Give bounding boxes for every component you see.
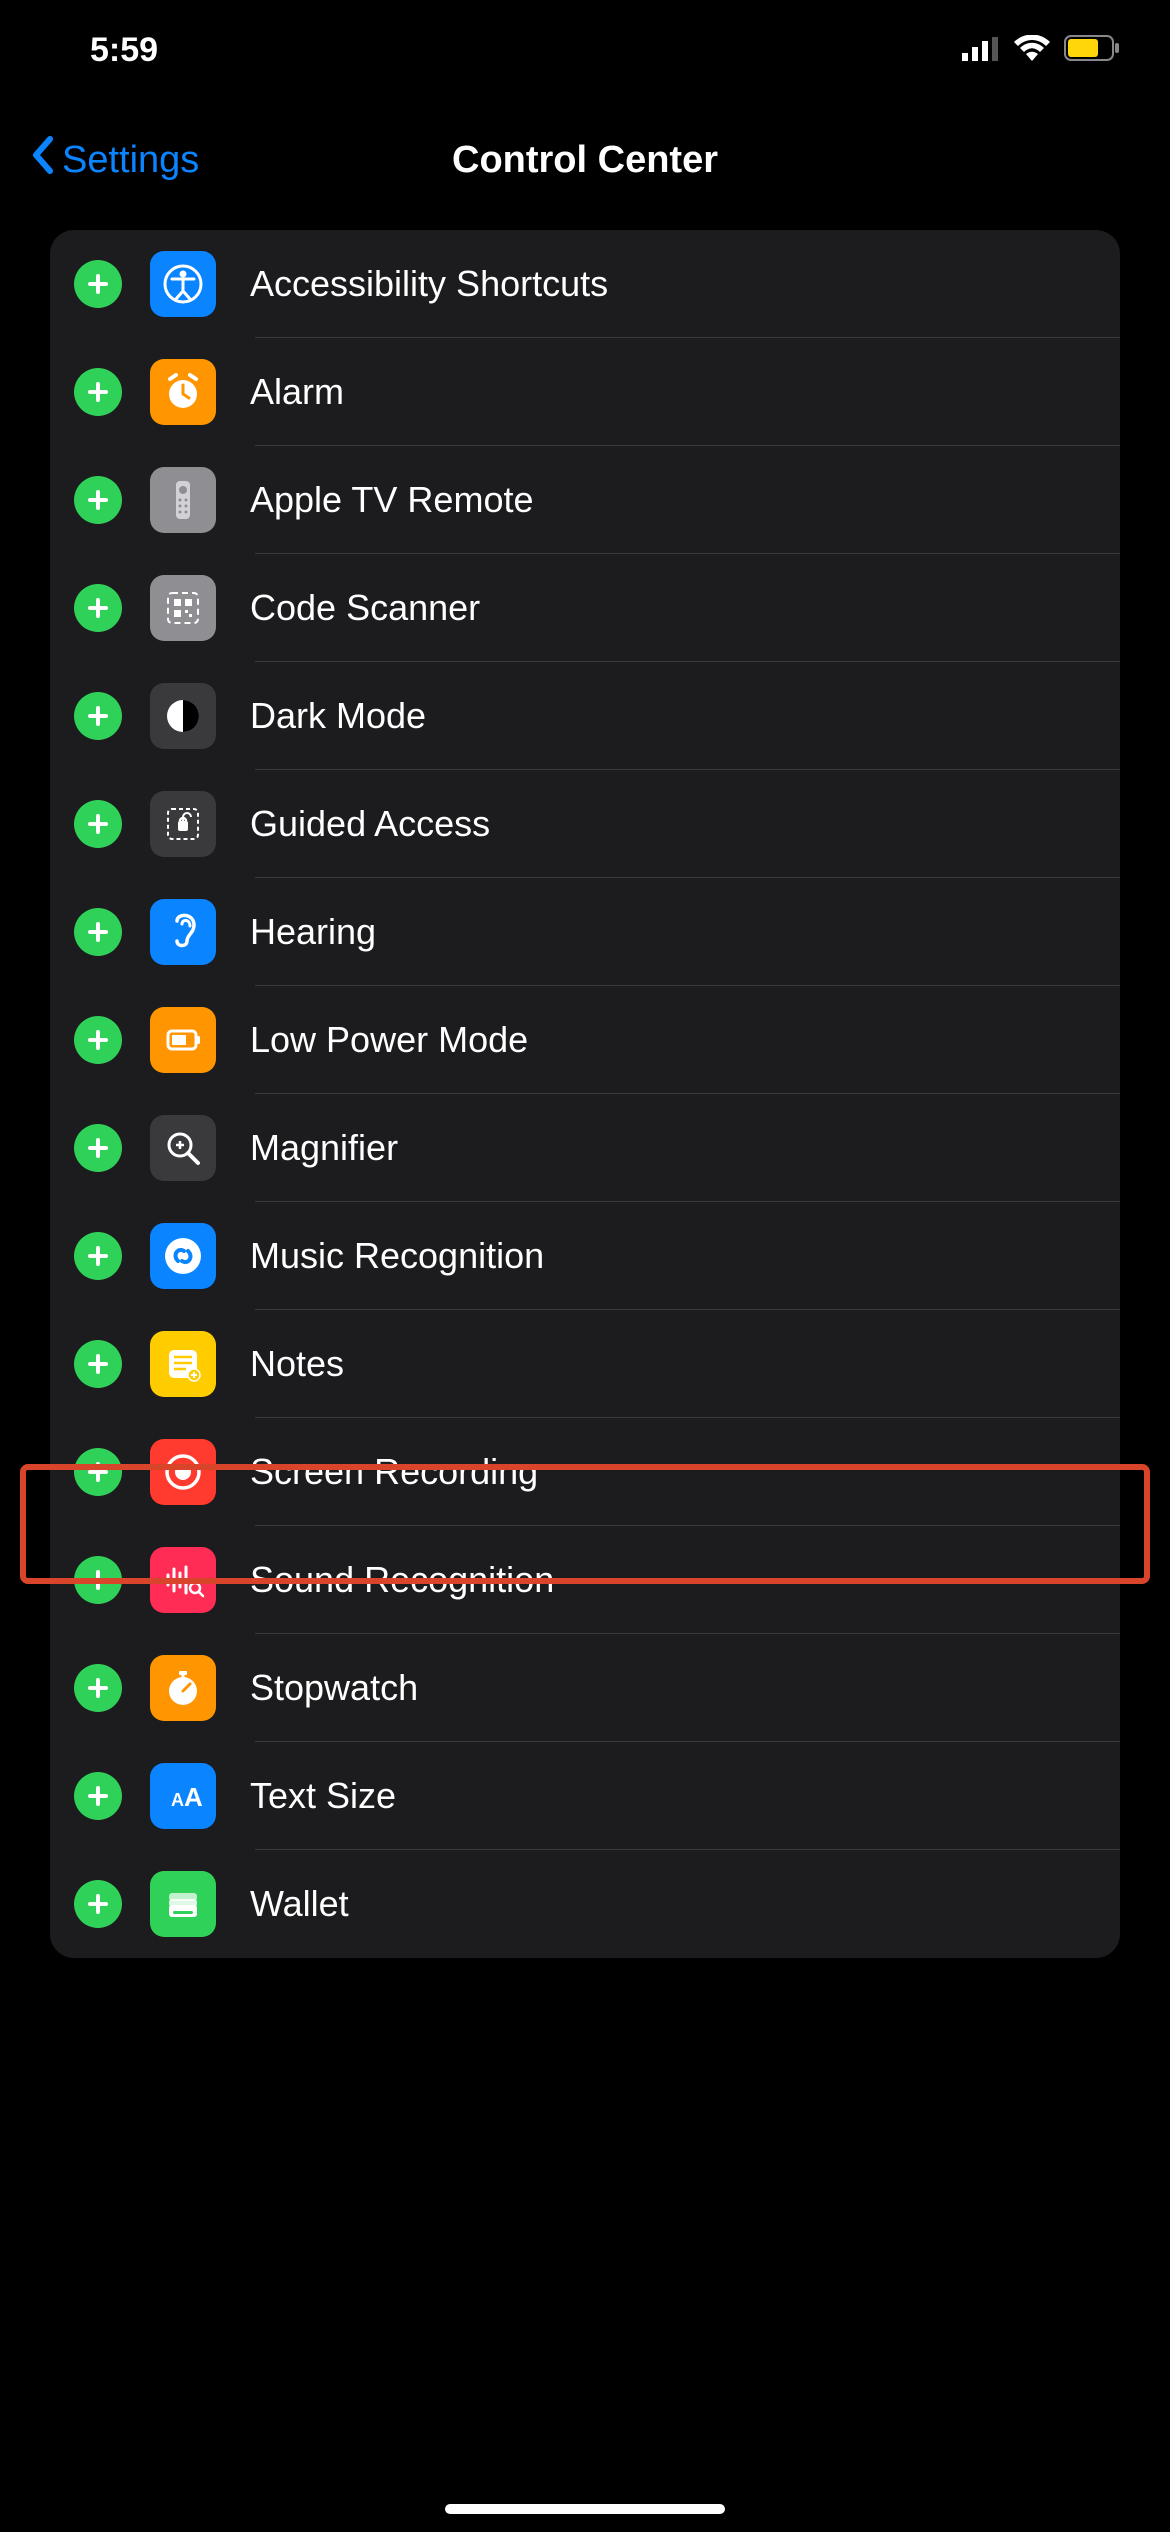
textsize-icon: AA [150,1763,216,1829]
control-label: Wallet [250,1883,349,1925]
darkmode-icon [150,683,216,749]
control-row-notes[interactable]: Notes [50,1310,1120,1418]
control-label: Hearing [250,911,376,953]
add-button[interactable] [74,1880,122,1928]
control-label: Accessibility Shortcuts [250,263,608,305]
control-row-sound-recognition[interactable]: Sound Recognition [50,1526,1120,1634]
add-button[interactable] [74,1124,122,1172]
back-button[interactable]: Settings [30,135,199,185]
add-button[interactable] [74,1340,122,1388]
accessibility-icon [150,251,216,317]
control-row-accessibility-shortcuts[interactable]: Accessibility Shortcuts [50,230,1120,338]
control-row-magnifier[interactable]: Magnifier [50,1094,1120,1202]
home-indicator[interactable] [445,2504,725,2514]
add-button[interactable] [74,908,122,956]
control-label: Magnifier [250,1127,398,1169]
battery-icon [150,1007,216,1073]
add-button[interactable] [74,800,122,848]
add-button[interactable] [74,692,122,740]
navigation-bar: Settings Control Center [0,100,1170,220]
add-button[interactable] [74,476,122,524]
control-row-apple-tv-remote[interactable]: Apple TV Remote [50,446,1120,554]
control-row-stopwatch[interactable]: Stopwatch [50,1634,1120,1742]
control-label: Stopwatch [250,1667,418,1709]
ear-icon [150,899,216,965]
chevron-left-icon [30,135,54,185]
control-label: Guided Access [250,803,490,845]
qr-icon [150,575,216,641]
control-label: Text Size [250,1775,396,1817]
control-row-screen-recording[interactable]: Screen Recording [50,1418,1120,1526]
control-row-music-recognition[interactable]: Music Recognition [50,1202,1120,1310]
add-button[interactable] [74,1232,122,1280]
more-controls-list: Accessibility Shortcuts Alarm Apple TV Rem… [50,230,1120,1958]
svg-text:A: A [171,1790,184,1810]
control-label: Screen Recording [250,1451,538,1493]
add-button[interactable] [74,1664,122,1712]
add-button[interactable] [74,1772,122,1820]
back-label: Settings [62,139,199,182]
record-icon [150,1439,216,1505]
control-label: Code Scanner [250,587,480,629]
notes-icon [150,1331,216,1397]
remote-icon [150,467,216,533]
cellular-icon [962,31,1000,70]
page-title: Control Center [452,139,718,182]
add-button[interactable] [74,1016,122,1064]
control-label: Apple TV Remote [250,479,533,521]
control-label: Low Power Mode [250,1019,528,1061]
control-label: Music Recognition [250,1235,544,1277]
shazam-icon [150,1223,216,1289]
control-row-wallet[interactable]: Wallet [50,1850,1120,1958]
stopwatch-icon [150,1655,216,1721]
add-button[interactable] [74,1556,122,1604]
control-row-dark-mode[interactable]: Dark Mode [50,662,1120,770]
guided-icon [150,791,216,857]
control-label: Alarm [250,371,344,413]
add-button[interactable] [74,584,122,632]
control-label: Sound Recognition [250,1559,554,1601]
add-button[interactable] [74,1448,122,1496]
magnifier-icon [150,1115,216,1181]
battery-icon [1064,31,1120,70]
sound-icon [150,1547,216,1613]
control-row-low-power-mode[interactable]: Low Power Mode [50,986,1120,1094]
status-time: 5:59 [90,31,158,70]
status-bar: 5:59 [0,0,1170,100]
wallet-icon [150,1871,216,1937]
control-label: Notes [250,1343,344,1385]
alarm-icon [150,359,216,425]
add-button[interactable] [74,260,122,308]
control-row-text-size[interactable]: AA Text Size [50,1742,1120,1850]
control-row-hearing[interactable]: Hearing [50,878,1120,986]
control-row-alarm[interactable]: Alarm [50,338,1120,446]
control-row-guided-access[interactable]: Guided Access [50,770,1120,878]
control-row-code-scanner[interactable]: Code Scanner [50,554,1120,662]
svg-text:A: A [184,1782,203,1812]
add-button[interactable] [74,368,122,416]
wifi-icon [1014,31,1050,70]
control-label: Dark Mode [250,695,426,737]
